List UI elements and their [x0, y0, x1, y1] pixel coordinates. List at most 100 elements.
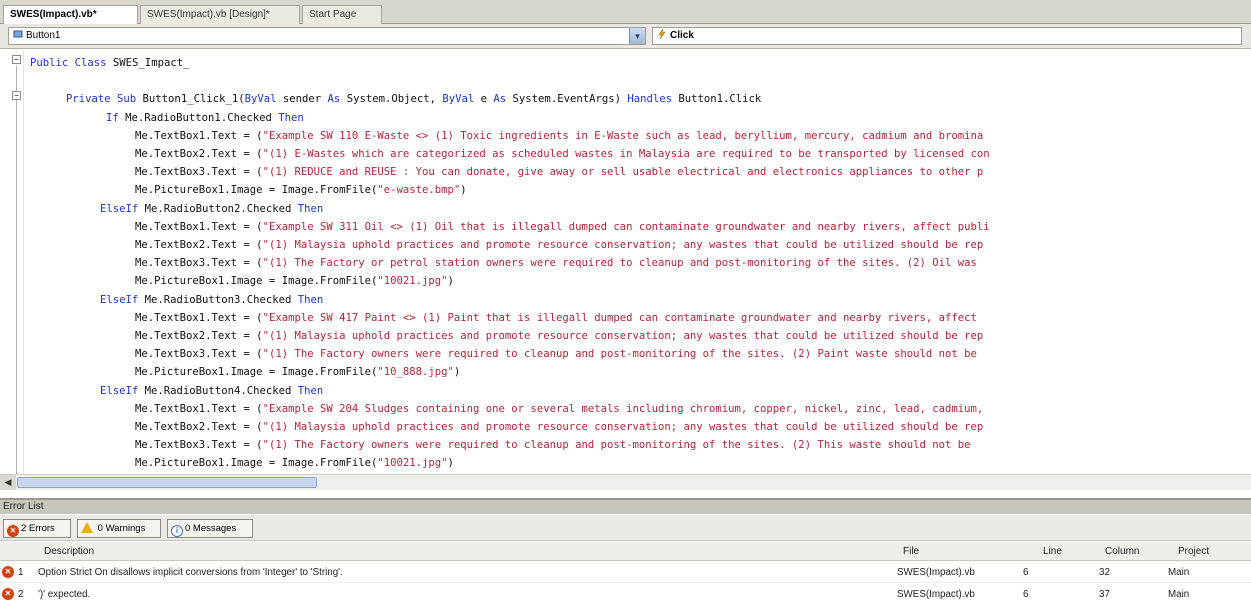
method-name-dropdown[interactable]: Click: [652, 27, 1242, 45]
warning-icon: [81, 522, 93, 533]
code-text: Me.TextBox3.Text = (: [135, 257, 263, 270]
code-keyword: ByVal: [244, 93, 283, 106]
error-icon: ✕: [2, 566, 14, 578]
code-text: e: [480, 93, 494, 106]
column-description[interactable]: Description: [44, 542, 344, 561]
code-line[interactable]: Me.TextBox3.Text = ("(1) REDUCE and REUS…: [135, 163, 983, 181]
error-row[interactable]: ✕ 1 Option Strict On disallows implicit …: [0, 562, 1251, 583]
code-text: Me.RadioButton3.Checked: [144, 293, 298, 306]
code-text: ): [447, 457, 454, 470]
code-text: Me.TextBox2.Text = (: [135, 148, 263, 160]
code-line[interactable]: Public Class SWES_Impact_: [30, 54, 189, 72]
code-line[interactable]: Me.TextBox1.Text = ("Example SW 417 Pain…: [135, 309, 977, 327]
code-line[interactable]: Me.TextBox2.Text = ("(1) Malaysia uphold…: [135, 327, 983, 345]
info-icon: i: [171, 525, 183, 537]
code-text: sender: [282, 93, 328, 106]
code-line[interactable]: Me.TextBox3.Text = ("(1) The Factory own…: [135, 345, 977, 363]
code-line[interactable]: Me.TextBox2.Text = ("(1) Malaysia uphold…: [135, 418, 983, 436]
tab-code-view[interactable]: SWES(Impact).vb*: [3, 5, 138, 25]
outline-gutter: − −: [0, 50, 24, 474]
code-text: Me.PictureBox1.Image = Image.FromFile(: [135, 184, 378, 197]
code-string: "(1) The Factory owners were required to…: [262, 348, 977, 361]
code-text: Me.TextBox1.Text = (: [135, 311, 263, 324]
outline-guide: [16, 66, 17, 474]
code-keyword: As: [493, 93, 513, 106]
code-text: Me.TextBox2.Text = (: [135, 421, 263, 433]
code-line[interactable]: Me.TextBox3.Text = ("(1) The Factory or …: [135, 254, 977, 272]
class-name-dropdown[interactable]: Button1 ▾: [8, 27, 646, 45]
code-keyword: Then: [297, 293, 324, 306]
chevron-down-icon[interactable]: ▾: [629, 28, 645, 44]
control-icon: [13, 30, 23, 38]
code-keyword: Then: [297, 202, 324, 215]
code-keyword: ElseIf: [100, 384, 145, 397]
code-text: SWES_Impact_: [112, 57, 190, 69]
code-text: Me.TextBox1.Text = (: [135, 402, 263, 415]
error-project: Main: [1168, 589, 1190, 600]
code-text: System.Object,: [346, 93, 443, 106]
code-line[interactable]: ElseIf Me.RadioButton3.Checked Then: [100, 291, 323, 309]
warnings-filter-button[interactable]: 0 Warnings: [77, 519, 161, 538]
horizontal-scrollbar[interactable]: ◀: [0, 474, 1251, 490]
error-line: 6: [1023, 567, 1029, 578]
messages-filter-button[interactable]: i0 Messages: [167, 519, 253, 538]
code-line[interactable]: Me.TextBox1.Text = ("Example SW 204 Slud…: [135, 400, 983, 418]
collapse-class-icon[interactable]: −: [12, 55, 21, 64]
messages-count: 0 Messages: [185, 523, 237, 534]
collapse-method-icon[interactable]: −: [12, 91, 21, 100]
error-description: Option Strict On disallows implicit conv…: [38, 567, 343, 578]
code-string: "Example SW 417 Paint <> (1) Paint that …: [262, 311, 977, 324]
column-column[interactable]: Column: [1105, 542, 1165, 561]
error-row[interactable]: ✕ 2 ')' expected. SWES(Impact).vb 6 37 M…: [0, 584, 1251, 604]
error-column: 32: [1099, 567, 1110, 578]
code-text: Me.TextBox1.Text = (: [135, 220, 263, 233]
code-line[interactable]: Me.TextBox1.Text = ("Example SW 311 Oil …: [135, 218, 990, 236]
errors-count: 2 Errors: [21, 523, 55, 534]
code-keyword: Then: [297, 384, 324, 397]
code-keyword: As: [327, 93, 347, 106]
code-string: "(1) Malaysia uphold practices and promo…: [262, 421, 984, 433]
column-file[interactable]: File: [903, 542, 983, 561]
code-line[interactable]: ElseIf Me.RadioButton4.Checked Then: [100, 382, 323, 400]
code-string: "10_888.jpg": [377, 366, 454, 379]
error-list-title: Error List: [0, 500, 1251, 514]
code-string: "Example SW 204 Sludges containing one o…: [262, 402, 984, 415]
code-string: "10021.jpg": [377, 457, 448, 470]
code-line[interactable]: ElseIf Me.RadioButton2.Checked Then: [100, 200, 323, 218]
code-line[interactable]: If Me.RadioButton1.Checked Then: [106, 109, 304, 127]
code-keyword: ElseIf: [100, 202, 145, 215]
code-string: "(1) Malaysia uphold practices and promo…: [262, 330, 984, 342]
code-text: Me.TextBox3.Text = (: [135, 439, 263, 452]
tab-start-page[interactable]: Start Page: [302, 5, 382, 24]
code-string: "Example SW 110 E-Waste <> (1) Toxic ing…: [262, 129, 984, 142]
error-list-toolbar: ✕ 2 Errors 0 Warnings i0 Messages: [0, 515, 1251, 541]
scrollbar-thumb[interactable]: [17, 477, 317, 488]
code-text: Me.RadioButton1.Checked: [125, 111, 279, 124]
code-editor[interactable]: − − Public Class SWES_Impact_ Private Sub…: [0, 50, 1251, 474]
error-line: 6: [1023, 589, 1029, 600]
code-line[interactable]: Me.TextBox2.Text = ("(1) E-Wastes which …: [135, 145, 990, 163]
column-project[interactable]: Project: [1178, 542, 1238, 561]
code-text: Me.TextBox3.Text = (: [135, 348, 263, 361]
code-line[interactable]: Private Sub Button1_Click_1(ByVal sender…: [66, 90, 761, 108]
code-line[interactable]: Me.PictureBox1.Image = Image.FromFile("1…: [135, 363, 460, 381]
code-line[interactable]: Me.TextBox2.Text = ("(1) Malaysia uphold…: [135, 236, 983, 254]
scroll-left-icon[interactable]: ◀: [0, 475, 16, 490]
code-string: "(1) The Factory owners were required to…: [262, 439, 971, 452]
warnings-count: 0 Warnings: [97, 523, 146, 534]
column-line[interactable]: Line: [1043, 542, 1093, 561]
code-string: "(1) Malaysia uphold practices and promo…: [262, 239, 984, 251]
code-keyword: Then: [278, 111, 304, 124]
code-line[interactable]: Me.PictureBox1.Image = Image.FromFile("1…: [135, 272, 454, 290]
errors-filter-button[interactable]: ✕ 2 Errors: [3, 519, 71, 538]
error-file: SWES(Impact).vb: [897, 567, 975, 578]
code-text: Me.TextBox1.Text = (: [135, 129, 263, 142]
code-line[interactable]: Me.PictureBox1.Image = Image.FromFile("1…: [135, 454, 454, 472]
code-text: ): [460, 184, 467, 197]
code-line[interactable]: Me.PictureBox1.Image = Image.FromFile("e…: [135, 181, 467, 199]
code-line[interactable]: Me.TextBox3.Text = ("(1) The Factory own…: [135, 436, 971, 454]
code-line[interactable]: Me.TextBox1.Text = ("Example SW 110 E-Wa…: [135, 127, 983, 145]
code-text: Button1_Click_1(: [142, 93, 245, 106]
tab-design-view[interactable]: SWES(Impact).vb [Design]*: [140, 5, 300, 24]
code-keyword: ElseIf: [100, 293, 145, 306]
